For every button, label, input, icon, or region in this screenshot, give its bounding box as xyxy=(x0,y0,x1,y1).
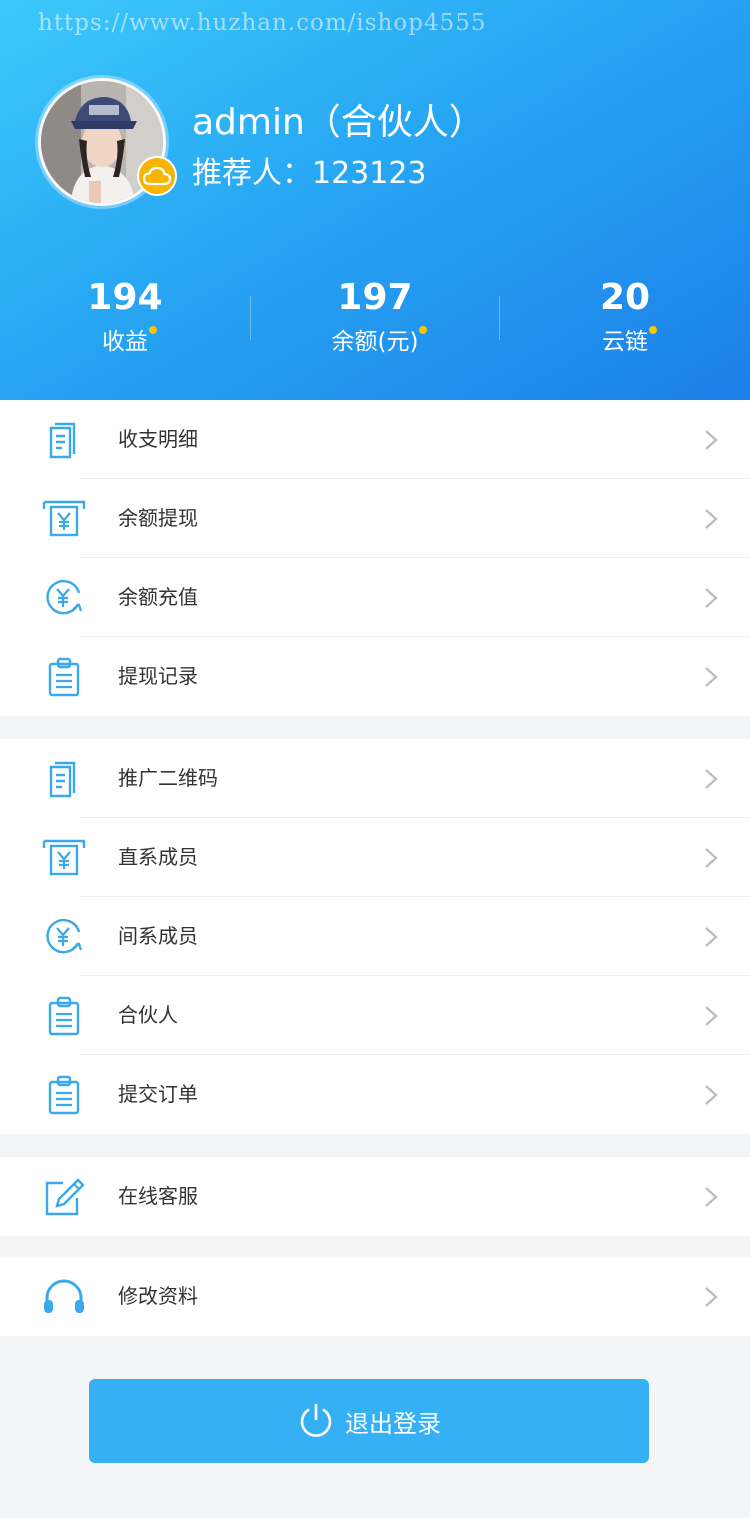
stat-balance-value: 197 xyxy=(337,277,413,318)
logout-label: 退出登录 xyxy=(345,1409,441,1438)
headphones-icon xyxy=(40,1275,88,1319)
stat-earnings-value: 194 xyxy=(87,277,163,318)
menu-item-direct-members[interactable]: 直系成员 xyxy=(0,818,750,897)
document-icon xyxy=(40,418,88,462)
notification-dot-icon xyxy=(149,326,157,334)
chevron-right-icon xyxy=(704,926,718,952)
chevron-right-icon xyxy=(704,429,718,455)
chevron-right-icon xyxy=(704,587,718,613)
chevron-right-icon xyxy=(704,1286,718,1312)
atm-withdraw-icon xyxy=(40,497,88,541)
chevron-right-icon xyxy=(704,1084,718,1110)
menu-item-withdraw-records[interactable]: 提现记录 xyxy=(0,637,750,716)
menu-item-partner[interactable]: 合伙人 xyxy=(0,976,750,1055)
menu-item-recharge[interactable]: 余额充值 xyxy=(0,558,750,637)
watermark-text: https://www.huzhan.com/ishop4555 xyxy=(38,10,487,36)
clipboard-icon xyxy=(40,1073,88,1117)
menu-item-label: 提现记录 xyxy=(118,664,198,688)
chevron-right-icon xyxy=(704,508,718,534)
clipboard-icon xyxy=(40,655,88,699)
stat-cloudchain-label: 云链 xyxy=(602,320,657,364)
menu-group-profile: 修改资料 xyxy=(0,1257,750,1336)
menu-item-label: 在线客服 xyxy=(118,1184,198,1208)
menu-item-income-details[interactable]: 收支明细 xyxy=(0,400,750,479)
menu-item-label: 收支明细 xyxy=(118,427,198,451)
document-icon xyxy=(40,757,88,801)
menu-item-submit-order[interactable]: 提交订单 xyxy=(0,1055,750,1134)
stat-balance-label: 余额(元) xyxy=(332,320,428,364)
menu-item-label: 推广二维码 xyxy=(118,766,218,790)
profile-header: https://www.huzhan.com/ishop4555 admin（合… xyxy=(0,0,750,400)
atm-withdraw-icon xyxy=(40,836,88,880)
menu-group-finance: 收支明细 余额提现 余额充值 提现记录 xyxy=(0,400,750,716)
menu-item-label: 余额充值 xyxy=(118,585,198,609)
menu-item-edit-profile[interactable]: 修改资料 xyxy=(0,1257,750,1336)
username-text: admin（合伙人） xyxy=(192,102,485,143)
cloud-badge-icon xyxy=(137,156,177,196)
menu-item-online-service[interactable]: 在线客服 xyxy=(0,1157,750,1236)
stat-balance[interactable]: 197 余额(元) xyxy=(250,276,500,364)
menu-item-label: 间系成员 xyxy=(118,924,198,948)
menu-group-team: 推广二维码 直系成员 间系成员 合伙人 提交订单 xyxy=(0,739,750,1134)
chevron-right-icon xyxy=(704,1005,718,1031)
power-icon xyxy=(297,1402,335,1440)
menu-item-label: 合伙人 xyxy=(118,1003,178,1027)
chevron-right-icon xyxy=(704,847,718,873)
menu-item-label: 修改资料 xyxy=(118,1284,198,1308)
chevron-right-icon xyxy=(704,1186,718,1212)
yuan-recharge-icon xyxy=(40,915,88,959)
notification-dot-icon xyxy=(649,326,657,334)
chevron-right-icon xyxy=(704,768,718,794)
menu-item-label: 直系成员 xyxy=(118,845,198,869)
menu-item-promo-qrcode[interactable]: 推广二维码 xyxy=(0,739,750,818)
notification-dot-icon xyxy=(419,326,428,334)
logout-button[interactable]: 退出登录 xyxy=(89,1379,649,1463)
stat-earnings[interactable]: 194 收益 xyxy=(0,276,250,364)
edit-icon xyxy=(40,1175,88,1219)
menu-group-service: 在线客服 xyxy=(0,1157,750,1236)
stat-earnings-label: 收益 xyxy=(102,320,157,364)
menu-item-indirect-members[interactable]: 间系成员 xyxy=(0,897,750,976)
menu-item-withdraw[interactable]: 余额提现 xyxy=(0,479,750,558)
chevron-right-icon xyxy=(704,666,718,692)
clipboard-icon xyxy=(40,994,88,1038)
yuan-recharge-icon xyxy=(40,576,88,620)
menu-item-label: 余额提现 xyxy=(118,506,198,530)
menu-item-label: 提交订单 xyxy=(118,1082,198,1106)
stat-cloudchain-value: 20 xyxy=(599,277,651,318)
referrer-text: 推荐人：123123 xyxy=(192,156,427,191)
stat-cloudchain[interactable]: 20 云链 xyxy=(500,276,750,364)
